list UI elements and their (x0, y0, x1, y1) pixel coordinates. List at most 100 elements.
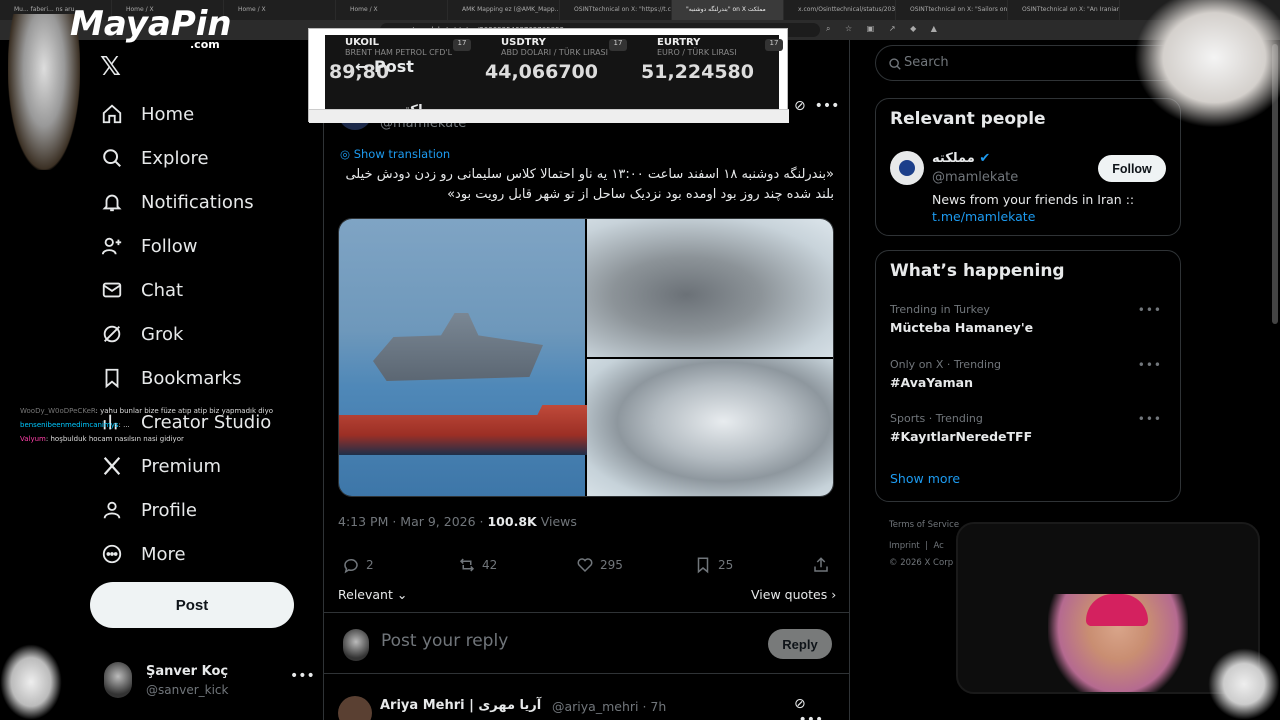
browser-tab[interactable]: OSINTtechnical on X: "An Iranian... (1008, 0, 1120, 20)
chat-user: bensenibeenmedimcanimys (20, 421, 119, 429)
browser-toolbar-icons[interactable]: ⌕ ☆ ▣ ↗ ◆ ▲ (826, 24, 943, 34)
views-count: 100.8K (487, 514, 537, 529)
reply-input[interactable]: Post your reply (381, 631, 508, 651)
panel-title: What’s happening (890, 261, 1065, 281)
user-icon (100, 498, 124, 522)
browser-tab[interactable]: AMK Mapping ez (@AMK_Mapp... (448, 0, 560, 20)
chat-text: : yahu bunlar bize füze atıp atip biz ya… (95, 407, 274, 415)
trend-item[interactable]: Trending in Turkey Mücteba Hamaney'e ••• (890, 303, 1170, 335)
chat-message: WooDy_W0oDPeCKeR: yahu bunlar bize füze … (20, 404, 273, 418)
more-options-icon[interactable]: ••• (1138, 303, 1162, 317)
grok-icon[interactable]: ⊘ ••• (794, 696, 834, 720)
reply-item[interactable]: Ariya Mehri | آریا مهری @ariya_mehri · 7… (338, 696, 834, 720)
share-action[interactable] (812, 556, 836, 574)
chat-message: Valyum: hoşbulduk hocam nasılsın nasi gi… (20, 432, 273, 446)
horizontal-scrollbar[interactable] (309, 109, 789, 123)
cat-sticker (0, 644, 62, 720)
browser-tab[interactable]: Home / X (224, 0, 336, 20)
browser-tab[interactable]: Home / X (336, 0, 448, 20)
back-arrow-icon[interactable]: ← (355, 57, 374, 76)
ticker-panel: UKOIL BRENT HAM PETROL CFD'L 89,80 17 US… (325, 35, 783, 119)
grok-icon (100, 322, 124, 346)
reply-button[interactable]: Reply (768, 629, 832, 659)
bookmark-action[interactable]: 25 (694, 556, 733, 574)
more-icon (100, 542, 124, 566)
footer-terms-link[interactable]: Terms of Service (889, 520, 959, 530)
home-icon (100, 102, 124, 126)
sidebar-item-chat[interactable]: Chat (100, 268, 271, 312)
tradingview-icon: 17 (609, 39, 627, 51)
more-options-icon[interactable]: ••• (290, 668, 315, 684)
media-image-smoke-cloud[interactable] (587, 359, 833, 496)
search-input[interactable]: Search (904, 55, 949, 70)
heart-icon (577, 558, 593, 573)
avatar[interactable] (890, 151, 924, 185)
browser-tab-active[interactable]: "بندرلنگه دوشنبه" on X مملکت (672, 0, 784, 20)
media-image-ship[interactable] (339, 219, 587, 496)
grok-icon[interactable]: ⊘ ••• (794, 98, 839, 114)
trend-item[interactable]: Sports · Trending #KayıtlarNeredeTFF ••• (890, 412, 1170, 444)
post-button[interactable]: Post (90, 582, 294, 628)
bookmark-icon (100, 366, 124, 390)
browser-tab[interactable]: x.com/Osinttechnical/status/2031... (784, 0, 896, 20)
mail-icon (100, 278, 124, 302)
whats-happening-panel: What’s happening Trending in Turkey Müct… (875, 250, 1181, 502)
search-icon (100, 146, 124, 170)
show-more-link[interactable]: Show more (890, 471, 960, 486)
sidebar-item-more[interactable]: More (100, 532, 271, 576)
repost-action[interactable]: 42 (458, 556, 497, 574)
sidebar-item-grok[interactable]: Grok (100, 312, 271, 356)
show-translation-link[interactable]: ◎ Show translation (340, 147, 450, 161)
sidebar-item-label: Notifications (141, 191, 254, 213)
more-options-icon[interactable]: ••• (1138, 358, 1162, 372)
x-icon (100, 454, 124, 478)
sidebar-item-profile[interactable]: Profile (100, 488, 271, 532)
trend-name: Mücteba Hamaney'e (890, 320, 1034, 335)
repost-count: 42 (482, 558, 498, 572)
chat-text: : hoşbulduk hocam nasılsın nasi gidiyor (45, 435, 184, 443)
x-logo-icon[interactable]: 𝕏 (100, 52, 121, 82)
sidebar-item-label: Profile (141, 499, 197, 521)
person-name[interactable]: مملکته ✔ (932, 151, 990, 166)
person-link[interactable]: t.me/mamlekate (932, 209, 1035, 224)
mayapin-logo-suffix: .com (190, 38, 220, 51)
sidebar-item-notifications[interactable]: Notifications (100, 180, 271, 224)
account-switcher[interactable]: Şanver Koç @sanver_kick ••• (104, 660, 315, 700)
reply-action[interactable]: 2 (342, 556, 374, 574)
footer-imprint-link[interactable]: Imprint (889, 541, 920, 551)
follow-button[interactable]: Follow (1098, 155, 1166, 182)
repost-icon (459, 558, 475, 572)
footer-imprint-row: Imprint | Ac (889, 541, 944, 551)
more-options-icon[interactable]: ••• (1138, 412, 1162, 426)
media-grid[interactable] (338, 218, 834, 497)
sort-dropdown[interactable]: Relevant ⌄ (338, 587, 407, 602)
sidebar-item-follow[interactable]: Follow (100, 224, 271, 268)
sidebar-item-explore[interactable]: Explore (100, 136, 271, 180)
view-quotes-link[interactable]: View quotes › (751, 587, 836, 602)
trend-name: #KayıtlarNeredeTFF (890, 429, 1033, 444)
media-image-smoke[interactable] (587, 219, 833, 357)
browser-tab[interactable]: OSINTtechnical on X: "https://t.co... (560, 0, 672, 20)
cat-sticker (1208, 648, 1280, 720)
bookmark-count: 25 (718, 558, 734, 572)
ticker-value: 51,224580 (641, 61, 754, 83)
trend-item[interactable]: Only on X · Trending #AvaYaman ••• (890, 358, 1170, 390)
browser-tab[interactable]: OSINTtechnical on X: "Sailors onb... (896, 0, 1008, 20)
post-actions: 2 42 295 25 (338, 556, 834, 578)
avatar[interactable] (338, 696, 372, 720)
panel-title: Relevant people (890, 109, 1046, 129)
bookmark-icon (697, 557, 709, 574)
sidebar-item-label: Follow (141, 235, 198, 257)
post-header-title: ← Post (355, 57, 414, 76)
like-action[interactable]: 295 (576, 556, 623, 574)
reply-author-name[interactable]: Ariya Mehri | آریا مهری (380, 698, 541, 713)
person-handle[interactable]: @mamlekate (932, 170, 1018, 185)
sidebar-item-home[interactable]: Home (100, 92, 271, 136)
ticker-item: USDTRY ABD DOLARI / TÜRK LIRASI 44,06670… (485, 37, 635, 83)
search-icon (888, 56, 902, 75)
sidebar-item-label: Home (141, 103, 195, 125)
sidebar-item-premium[interactable]: Premium (100, 444, 271, 488)
footer-accessibility-link[interactable]: Ac (933, 541, 943, 551)
chat-user: Valyum (20, 435, 46, 443)
sidebar-item-bookmarks[interactable]: Bookmarks (100, 356, 271, 400)
